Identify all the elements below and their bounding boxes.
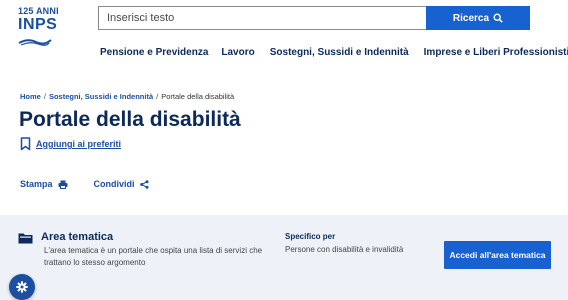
nav-item-lavoro[interactable]: Lavoro xyxy=(221,47,254,58)
breadcrumb-separator: / xyxy=(156,92,159,101)
nav-item-sostegni[interactable]: Sostegni, Sussidi e Indennità xyxy=(270,47,409,58)
accessibility-settings-button[interactable] xyxy=(9,274,35,300)
logo-brand-text: INPS xyxy=(18,16,58,33)
add-favorite-link[interactable]: Aggiungi ai preferiti xyxy=(20,137,121,151)
thematic-area-panel: Area tematica L'area tematica è un porta… xyxy=(0,215,568,300)
folder-icon xyxy=(18,233,33,244)
anniversary-text: 125 ANNI xyxy=(18,6,59,16)
print-label: Stampa xyxy=(20,179,53,189)
share-label: Condividi xyxy=(93,179,135,189)
print-button[interactable]: Stampa xyxy=(20,179,68,189)
panel-title: Area tematica xyxy=(41,231,114,243)
logo-mark: INPS xyxy=(18,17,58,51)
search-icon xyxy=(493,13,503,23)
search-button-label: Ricerca xyxy=(452,12,490,24)
inps-logo[interactable]: 125 ANNI INPS xyxy=(18,6,59,51)
access-thematic-area-button[interactable]: Accedi all'area tematica xyxy=(444,241,551,269)
breadcrumb: Home / Sostegni, Sussidi e Indennità / P… xyxy=(20,92,234,101)
bookmark-icon xyxy=(20,137,31,151)
nav-item-imprese[interactable]: Imprese e Liberi Professionisti xyxy=(424,47,568,58)
panel-description: L'area tematica è un portale che ospita … xyxy=(44,246,263,267)
printer-icon xyxy=(58,180,68,189)
breadcrumb-section[interactable]: Sostegni, Sussidi e Indennità xyxy=(49,92,153,101)
share-icon xyxy=(139,179,149,189)
add-favorite-label: Aggiungi ai preferiti xyxy=(36,139,122,149)
search-button[interactable]: Ricerca xyxy=(426,6,530,30)
spec-value: Persone con disabilità e invalidità xyxy=(285,245,404,254)
search-bar: Ricerca xyxy=(98,6,530,30)
breadcrumb-current: Portale della disabilità xyxy=(161,92,235,101)
page-actions: Stampa Condividi xyxy=(20,179,149,189)
search-input[interactable] xyxy=(98,6,426,30)
page-title: Portale della disabilità xyxy=(19,108,241,131)
breadcrumb-home[interactable]: Home xyxy=(20,92,41,101)
logo-swoosh-icon xyxy=(18,39,52,46)
spec-title: Specifico per xyxy=(285,232,336,241)
share-button[interactable]: Condividi xyxy=(94,179,149,189)
nav-item-pensione[interactable]: Pensione e Previdenza xyxy=(100,47,208,58)
main-nav: Pensione e Previdenza Lavoro Sostegni, S… xyxy=(100,47,568,58)
breadcrumb-separator: / xyxy=(43,92,46,101)
gear-icon xyxy=(16,281,28,293)
